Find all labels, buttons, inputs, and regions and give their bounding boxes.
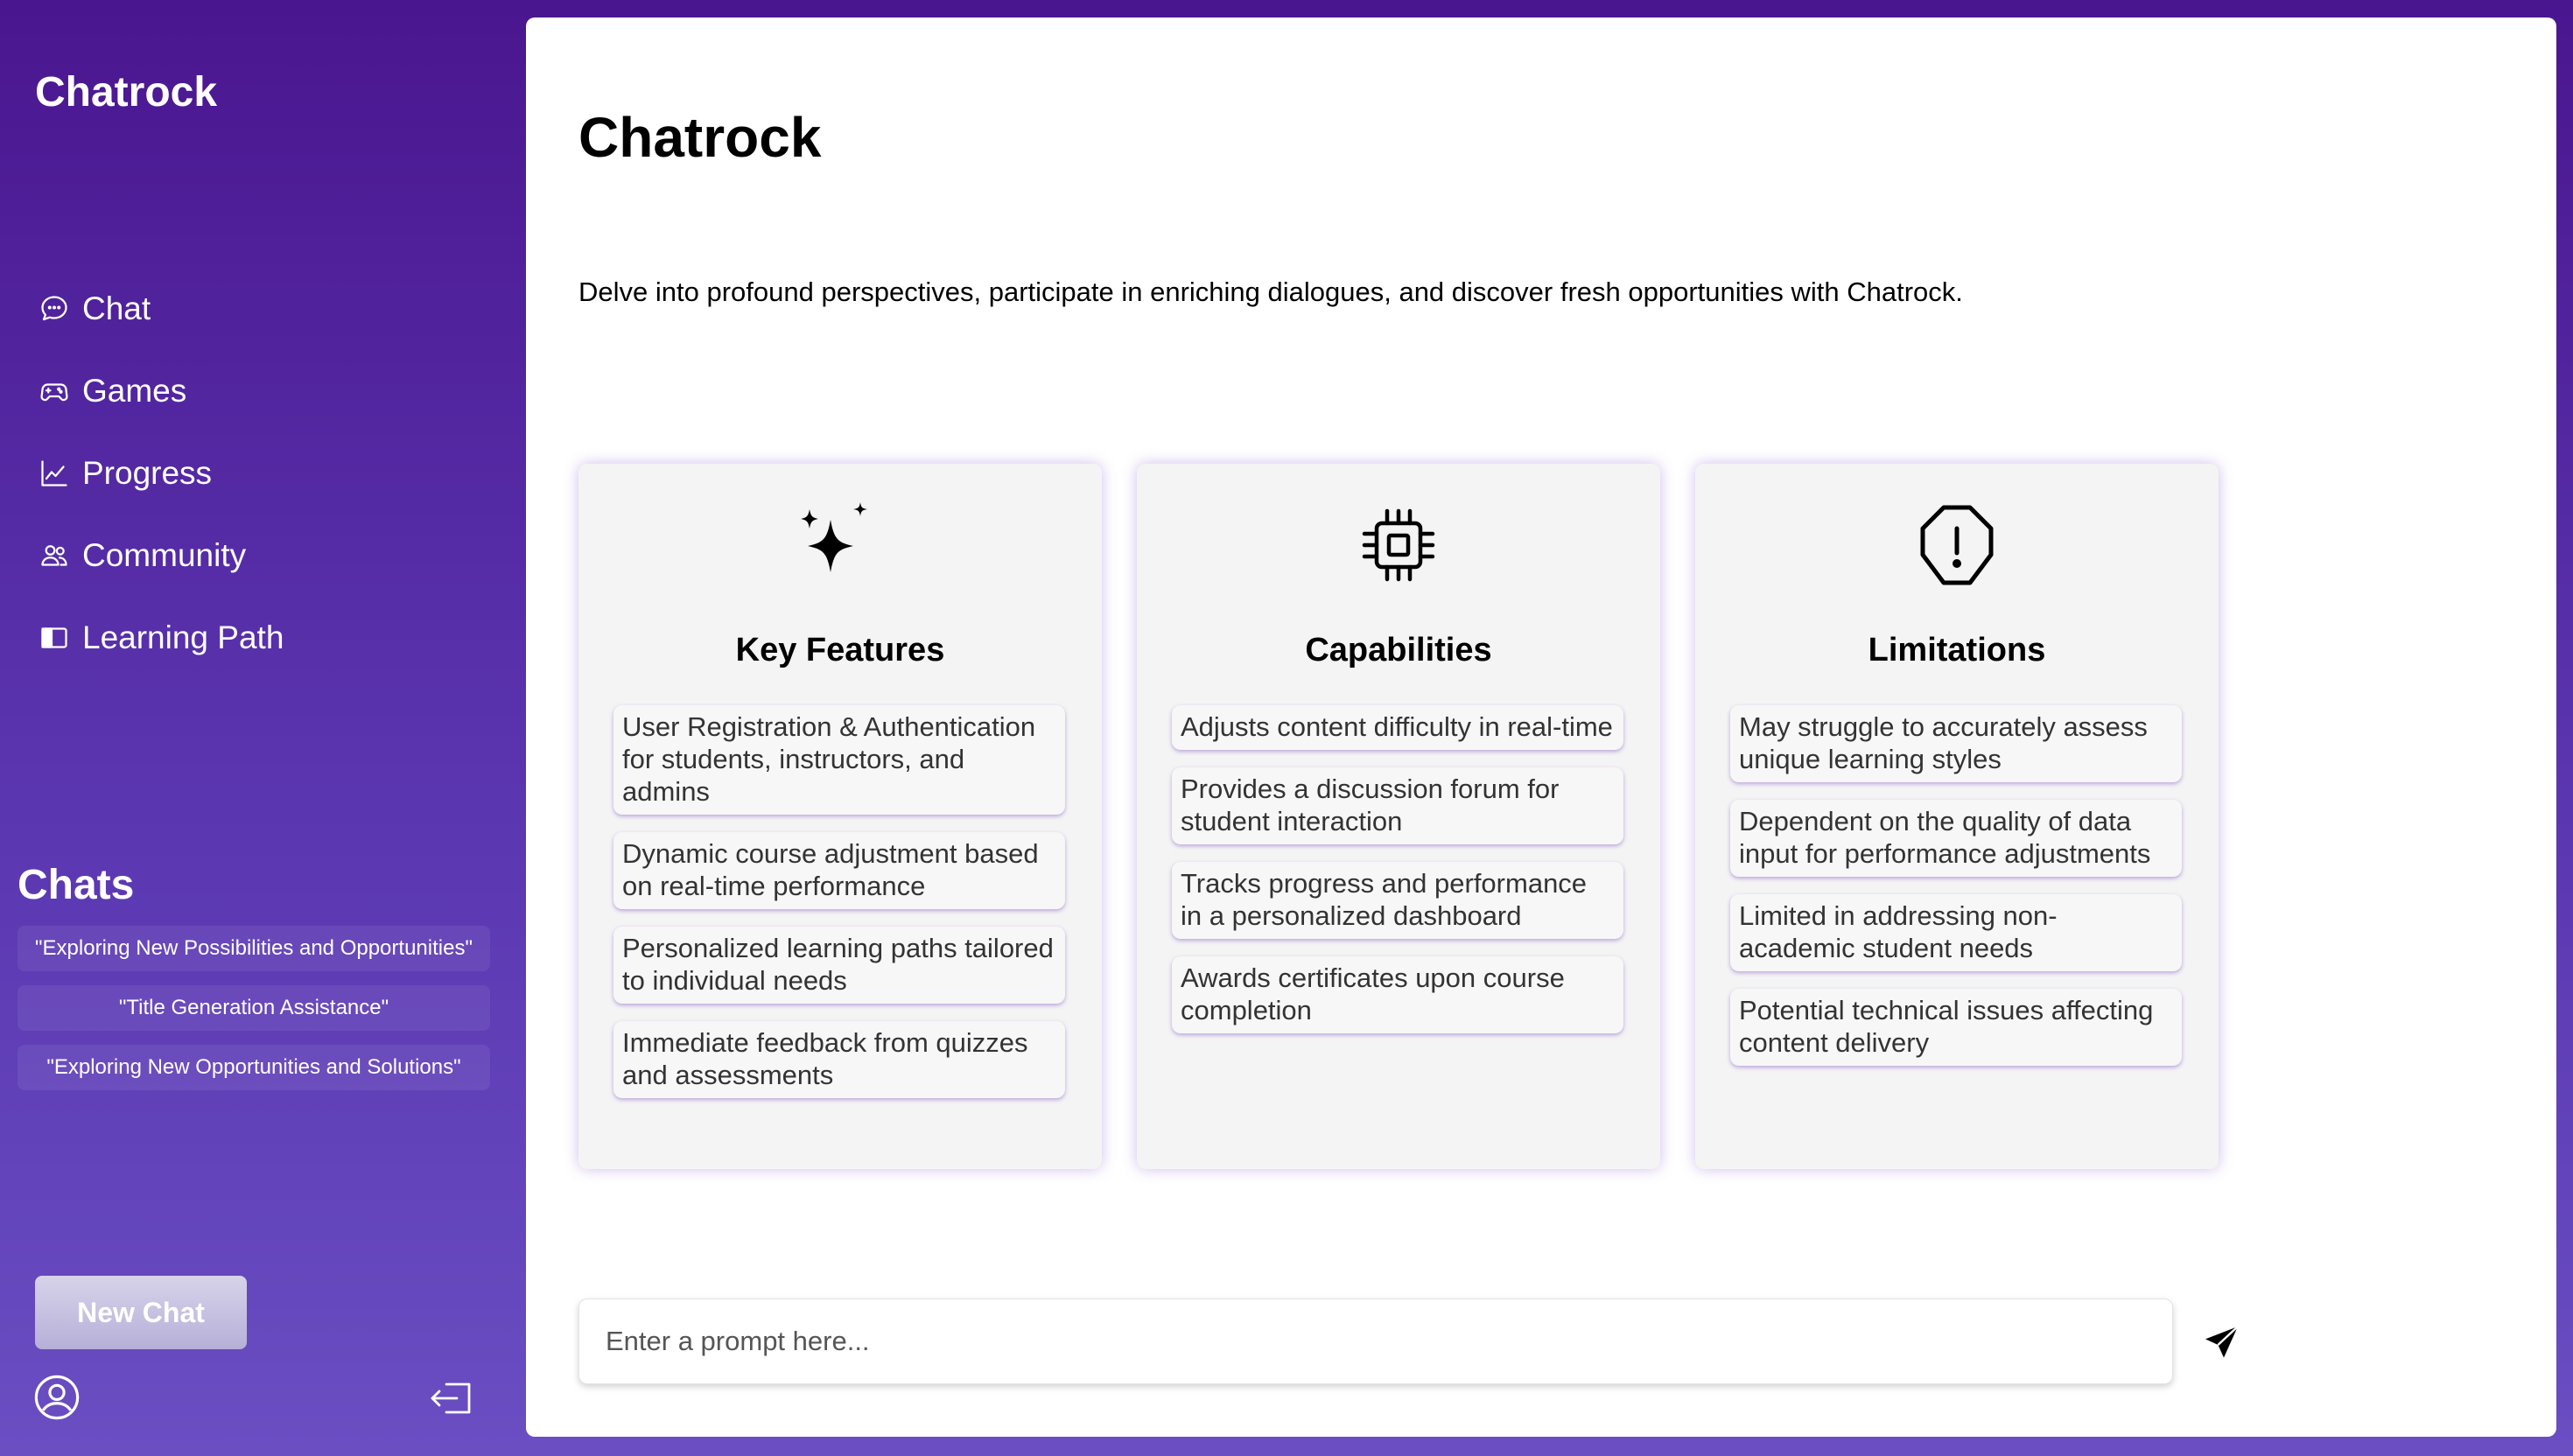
card-item-list: May struggle to accurately assess unique… bbox=[1730, 705, 2182, 1083]
card-item: User Registration & Authentication for s… bbox=[613, 705, 1065, 815]
line-chart-icon bbox=[37, 456, 72, 491]
card-title: Key Features bbox=[735, 632, 945, 668]
sidebar: Chatrock Chat Games Progress Community L… bbox=[0, 0, 525, 1456]
sidebar-item-label: Community bbox=[82, 537, 247, 573]
sidebar-item-progress[interactable]: Progress bbox=[37, 432, 284, 514]
sidebar-item-label: Learning Path bbox=[82, 620, 284, 655]
card-item: Dependent on the quality of data input f… bbox=[1730, 800, 2182, 877]
page-tagline: Delve into profound perspectives, partic… bbox=[578, 276, 1963, 307]
chat-history-item[interactable]: "Exploring New Opportunities and Solutio… bbox=[18, 1045, 490, 1090]
people-icon bbox=[37, 538, 72, 573]
sidebar-item-chat[interactable]: Chat bbox=[37, 268, 284, 350]
chat-history-item[interactable]: "Exploring New Possibilities and Opportu… bbox=[18, 926, 490, 971]
card-limitations: Limitations May struggle to accurately a… bbox=[1695, 464, 2219, 1169]
prompt-input[interactable] bbox=[578, 1298, 2173, 1384]
book-icon bbox=[37, 620, 72, 655]
page-title: Chatrock bbox=[578, 106, 822, 169]
sidebar-nav: Chat Games Progress Community Learning P… bbox=[37, 268, 284, 679]
sidebar-item-label: Progress bbox=[82, 455, 213, 491]
sidebar-item-learning-path[interactable]: Learning Path bbox=[37, 597, 284, 679]
card-item: Adjusts content difficulty in real-time bbox=[1172, 705, 1623, 750]
card-capabilities: Capabilities Adjusts content difficulty … bbox=[1137, 464, 1660, 1169]
card-item: Personalized learning paths tailored to … bbox=[613, 927, 1065, 1004]
sparkles-icon bbox=[792, 497, 888, 593]
logout-icon[interactable] bbox=[427, 1376, 476, 1421]
card-item: Immediate feedback from quizzes and asse… bbox=[613, 1021, 1065, 1098]
brand-title: Chatrock bbox=[35, 69, 218, 116]
sidebar-item-community[interactable]: Community bbox=[37, 514, 284, 597]
card-item: Awards certificates upon course completi… bbox=[1172, 956, 1623, 1033]
main-panel: Chatrock Delve into profound perspective… bbox=[526, 18, 2556, 1437]
cpu-chip-icon bbox=[1350, 497, 1447, 593]
send-icon[interactable] bbox=[2201, 1321, 2243, 1363]
user-circle-icon[interactable] bbox=[33, 1374, 81, 1421]
info-cards: Key Features User Registration & Authent… bbox=[578, 464, 2219, 1169]
card-title: Limitations bbox=[1868, 632, 2046, 668]
chats-heading: Chats bbox=[18, 862, 135, 908]
sidebar-item-label: Chat bbox=[82, 290, 151, 326]
chat-bubble-icon bbox=[37, 291, 72, 326]
card-key-features: Key Features User Registration & Authent… bbox=[578, 464, 1102, 1169]
card-item-list: User Registration & Authentication for s… bbox=[613, 705, 1065, 1116]
card-item: Potential technical issues affecting con… bbox=[1730, 989, 2182, 1066]
card-item-list: Adjusts content difficulty in real-time … bbox=[1172, 705, 1623, 1051]
card-title: Capabilities bbox=[1305, 632, 1492, 668]
new-chat-button[interactable]: New Chat bbox=[35, 1276, 247, 1349]
card-item: Tracks progress and performance in a per… bbox=[1172, 862, 1623, 939]
card-item: May struggle to accurately assess unique… bbox=[1730, 705, 2182, 782]
card-item: Provides a discussion forum for student … bbox=[1172, 767, 1623, 844]
card-item: Dynamic course adjustment based on real-… bbox=[613, 832, 1065, 909]
sidebar-item-label: Games bbox=[82, 373, 187, 409]
chat-history-list: "Exploring New Possibilities and Opportu… bbox=[18, 926, 490, 1104]
warning-octagon-icon bbox=[1909, 497, 2005, 593]
chat-history-item[interactable]: "Title Generation Assistance" bbox=[18, 985, 490, 1031]
sidebar-item-games[interactable]: Games bbox=[37, 350, 284, 432]
gamepad-icon bbox=[37, 374, 72, 409]
card-item: Limited in addressing non-academic stude… bbox=[1730, 894, 2182, 971]
